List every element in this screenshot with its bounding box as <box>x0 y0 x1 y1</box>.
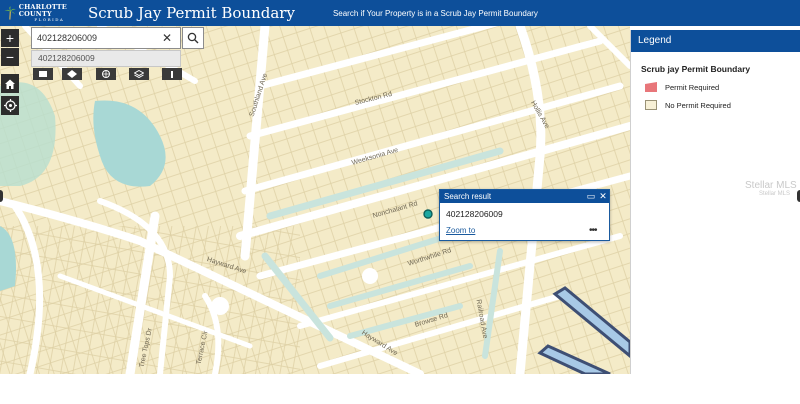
search-widget: ✕ <box>31 27 181 49</box>
legend-item-no-permit-required: No Permit Required <box>645 100 800 110</box>
zoom-to-link[interactable]: Zoom to <box>446 226 589 235</box>
basemap-tool-button[interactable] <box>33 68 53 80</box>
more-options-icon[interactable]: ••• <box>589 225 609 236</box>
home-icon <box>5 79 15 89</box>
locate-button[interactable] <box>1 96 19 115</box>
app-subtitle: Search if Your Property is in a Scrub Ja… <box>332 8 538 18</box>
dock-icon[interactable]: ▭ <box>585 191 597 202</box>
palm-tree-icon <box>4 6 16 20</box>
globe-tool-button[interactable] <box>96 68 116 80</box>
watermark: Stellar MLS Stellar MLS <box>745 180 797 198</box>
bottom-margin <box>0 374 800 404</box>
share-tool-button[interactable] <box>162 68 182 80</box>
legend-item-permit-required: Permit Required <box>645 82 800 92</box>
share-icon <box>171 71 173 78</box>
search-suggestion-item[interactable]: 402128206009 <box>31 50 181 67</box>
zoom-in-button[interactable]: + <box>1 29 19 47</box>
app-window: CHARLOTTE COUNTY FLORIDA Scrub Jay Permi… <box>0 0 800 404</box>
legend-title: Legend <box>631 30 800 52</box>
search-result-popup: Search result ▭ ✕ 402128206009 Zoom to •… <box>439 189 610 241</box>
home-button[interactable] <box>1 74 19 93</box>
selected-parcel-marker[interactable] <box>423 209 433 219</box>
left-panel-handle[interactable] <box>0 190 3 202</box>
legend-label-permit-required: Permit Required <box>665 82 720 92</box>
square-icon <box>39 71 47 77</box>
logo-line-1: CHARLOTTE COUNTY <box>18 3 67 18</box>
watermark-line-2: Stellar MLS <box>759 191 791 197</box>
search-input[interactable] <box>32 33 160 43</box>
popup-content: 402128206009 <box>446 209 503 219</box>
app-title: Scrub Jay Permit Boundary <box>88 4 295 22</box>
measure-tool-button[interactable] <box>62 68 82 80</box>
popup-header: Search result ▭ ✕ <box>440 190 609 203</box>
legend-panel: Legend Scrub jay Permit Boundary Permit … <box>630 30 800 374</box>
zoom-out-button[interactable]: − <box>1 48 19 66</box>
locate-icon <box>3 99 17 112</box>
close-icon[interactable]: ✕ <box>597 191 609 202</box>
legend-swatch-no-permit-required <box>645 100 657 110</box>
diamond-icon <box>67 70 77 78</box>
layers-tool-button[interactable] <box>129 68 149 80</box>
logo-line-2: FLORIDA <box>34 17 65 22</box>
header-bar: CHARLOTTE COUNTY FLORIDA Scrub Jay Permi… <box>0 0 800 26</box>
legend-layer-name: Scrub jay Permit Boundary <box>641 64 751 74</box>
search-icon <box>187 32 199 44</box>
watermark-line-1: Stellar MLS <box>745 180 797 191</box>
county-logo: CHARLOTTE COUNTY FLORIDA <box>0 0 80 26</box>
legend-label-no-permit-required: No Permit Required <box>665 100 731 110</box>
search-button[interactable] <box>182 27 204 49</box>
globe-icon <box>102 70 110 78</box>
popup-title: Search result <box>444 192 492 201</box>
legend-swatch-permit-required <box>645 82 657 92</box>
clear-search-icon[interactable]: ✕ <box>160 28 174 48</box>
layers-icon <box>134 70 144 78</box>
